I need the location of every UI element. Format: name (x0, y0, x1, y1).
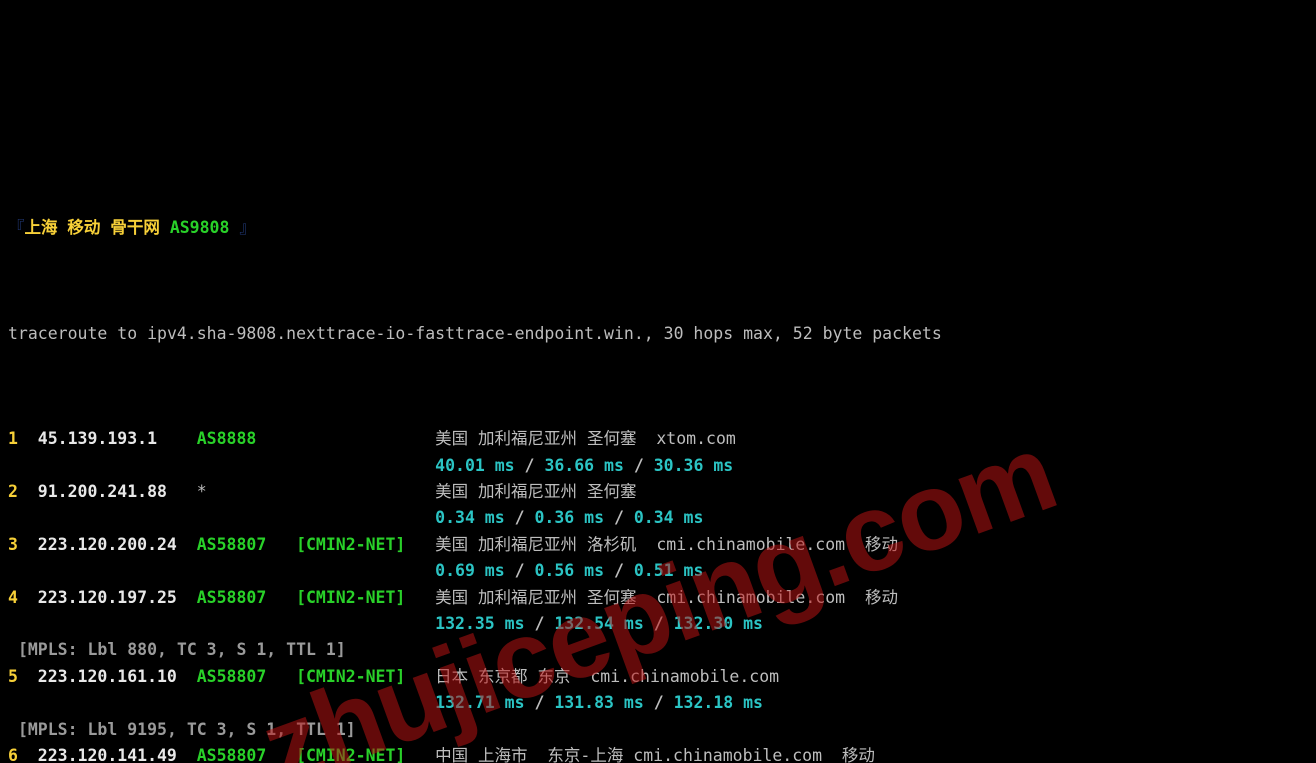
hop-network: [CMIN2-NET] (296, 743, 435, 763)
hop-asn: AS58807 (197, 585, 296, 611)
hop-location: 美国 加利福尼亚州 圣何塞 xtom.com (435, 426, 1308, 452)
trace-title: 上海 移动 骨干网 (25, 218, 160, 237)
hop-asn: AS58807 (197, 664, 296, 690)
rtt-value: 0.36 ms (535, 508, 605, 527)
hop-asn: AS58807 (197, 532, 296, 558)
rtt-value: 132.35 ms (435, 614, 524, 633)
hop-ip: 223.120.161.10 (38, 664, 197, 690)
hop-asn: AS8888 (197, 426, 296, 452)
hop-index: 4 (8, 585, 38, 611)
hop-row: 291.200.241.88* 美国 加利福尼亚州 圣何塞 (8, 479, 1308, 505)
bracket-open-icon: 『 (8, 218, 25, 237)
rtt-value: 30.36 ms (654, 456, 733, 475)
hop-index: 6 (8, 743, 38, 763)
rtt-value: 36.66 ms (544, 456, 623, 475)
rtt-separator: / (644, 614, 674, 633)
rtt-separator: / (604, 508, 634, 527)
hop-rtt: 0.69 ms / 0.56 ms / 0.51 ms (8, 558, 1308, 584)
hop-list: 145.139.193.1AS8888 美国 加利福尼亚州 圣何塞 xtom.co… (8, 426, 1308, 763)
trace-header: 『上海 移动 骨干网 AS9808 』 (8, 215, 1308, 241)
hop-row: 4223.120.197.25AS58807[CMIN2-NET]美国 加利福尼… (8, 585, 1308, 611)
mpls-label: [MPLS: Lbl 880, TC 3, S 1, TTL 1] (8, 637, 1308, 663)
trace-asn: AS9808 (170, 218, 230, 237)
mpls-text: [MPLS: Lbl 880, TC 3, S 1, TTL 1] (18, 640, 346, 659)
rtt-value: 0.51 ms (634, 561, 704, 580)
hop-row: 6223.120.141.49AS58807[CMIN2-NET]中国 上海市 … (8, 743, 1308, 763)
hop-asn: AS58807 (197, 743, 296, 763)
rtt-value: 132.54 ms (554, 614, 643, 633)
rtt-value: 132.30 ms (674, 614, 763, 633)
rtt-value: 0.34 ms (435, 508, 505, 527)
hop-network: [CMIN2-NET] (296, 532, 435, 558)
hop-row: 5223.120.161.10AS58807[CMIN2-NET]日本 东京都 … (8, 664, 1308, 690)
hop-row: 3223.120.200.24AS58807[CMIN2-NET]美国 加利福尼… (8, 532, 1308, 558)
hop-network: [CMIN2-NET] (296, 664, 435, 690)
rtt-value: 131.83 ms (554, 693, 643, 712)
hop-ip: 223.120.200.24 (38, 532, 197, 558)
rtt-separator: / (525, 693, 555, 712)
hop-asn: * (197, 479, 296, 505)
hop-index: 2 (8, 479, 38, 505)
terminal-output: 『上海 移动 骨干网 AS9808 』 traceroute to ipv4.s… (0, 132, 1316, 763)
hop-network (296, 479, 435, 505)
rtt-value: 132.71 ms (435, 693, 524, 712)
hop-network (296, 426, 435, 452)
rtt-value: 0.69 ms (435, 561, 505, 580)
hop-location: 美国 加利福尼亚州 圣何塞 cmi.chinamobile.com 移动 (435, 585, 1308, 611)
rtt-value: 0.56 ms (535, 561, 605, 580)
hop-index: 1 (8, 426, 38, 452)
hop-ip: 91.200.241.88 (38, 479, 197, 505)
hop-network: [CMIN2-NET] (296, 585, 435, 611)
rtt-separator: / (624, 456, 654, 475)
hop-row: 145.139.193.1AS8888 美国 加利福尼亚州 圣何塞 xtom.co… (8, 426, 1308, 452)
rtt-separator: / (505, 508, 535, 527)
hop-ip: 223.120.141.49 (38, 743, 197, 763)
rtt-value: 132.18 ms (674, 693, 763, 712)
rtt-separator: / (644, 693, 674, 712)
rtt-separator: / (505, 561, 535, 580)
hop-index: 3 (8, 532, 38, 558)
hop-location: 美国 加利福尼亚州 圣何塞 (435, 479, 1308, 505)
hop-rtt: 0.34 ms / 0.36 ms / 0.34 ms (8, 505, 1308, 531)
rtt-value: 40.01 ms (435, 456, 514, 475)
mpls-text: [MPLS: Lbl 9195, TC 3, S 1, TTL 1] (18, 720, 356, 739)
rtt-separator: / (525, 614, 555, 633)
hop-location: 美国 加利福尼亚州 洛杉矶 cmi.chinamobile.com 移动 (435, 532, 1308, 558)
bracket-close-icon: 』 (229, 218, 255, 237)
hop-ip: 223.120.197.25 (38, 585, 197, 611)
hop-index: 5 (8, 664, 38, 690)
hop-ip: 45.139.193.1 (38, 426, 197, 452)
rtt-separator: / (515, 456, 545, 475)
rtt-value: 0.34 ms (634, 508, 704, 527)
hop-location: 中国 上海市 东京-上海 cmi.chinamobile.com 移动 (435, 743, 1308, 763)
traceroute-command: traceroute to ipv4.sha-9808.nexttrace-io… (8, 321, 1308, 347)
mpls-label: [MPLS: Lbl 9195, TC 3, S 1, TTL 1] (8, 717, 1308, 743)
hop-rtt: 40.01 ms / 36.66 ms / 30.36 ms (8, 453, 1308, 479)
hop-rtt: 132.71 ms / 131.83 ms / 132.18 ms (8, 690, 1308, 716)
rtt-separator: / (604, 561, 634, 580)
hop-rtt: 132.35 ms / 132.54 ms / 132.30 ms (8, 611, 1308, 637)
hop-location: 日本 东京都 东京 cmi.chinamobile.com (435, 664, 1308, 690)
